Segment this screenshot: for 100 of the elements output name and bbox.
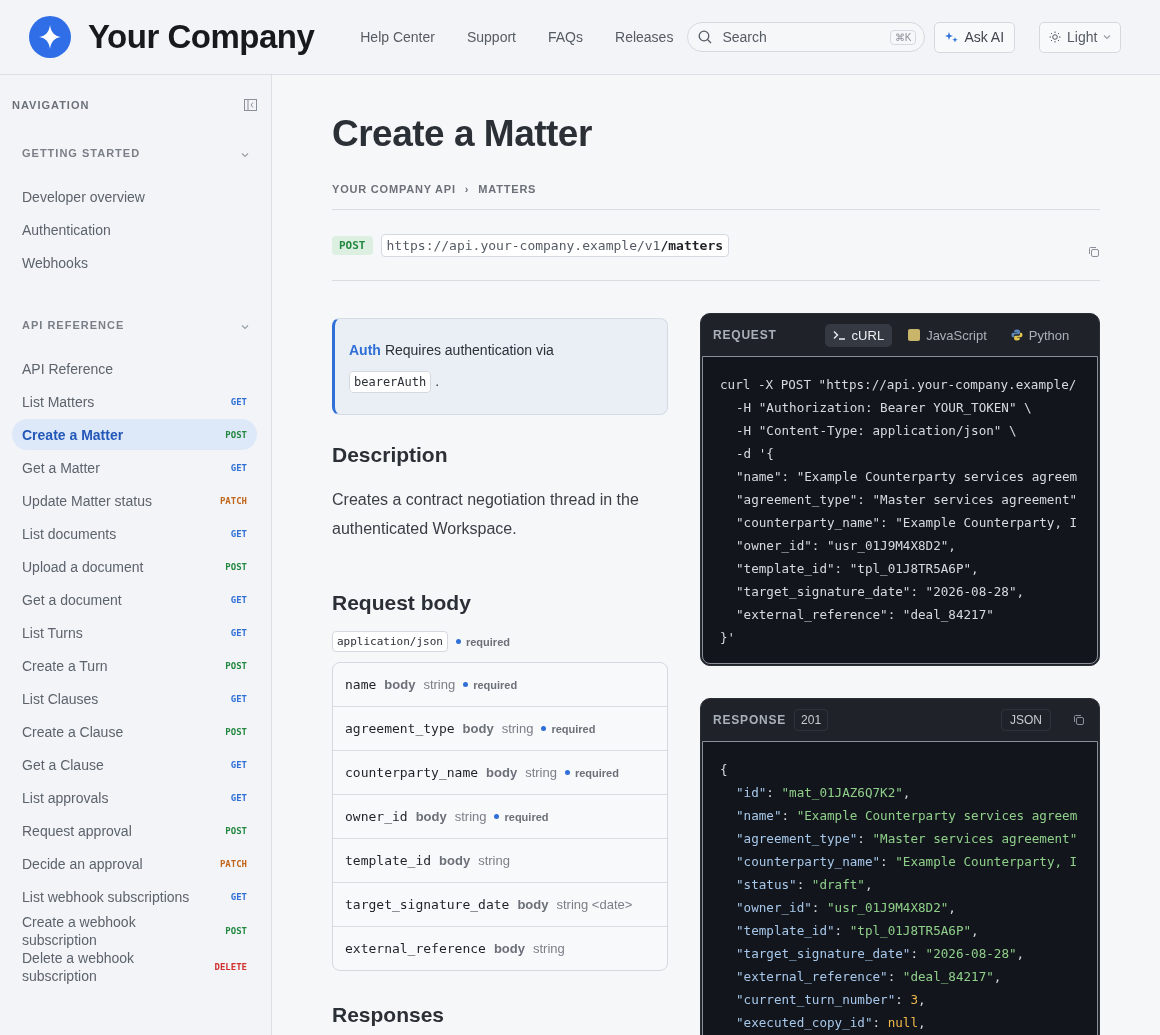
method-label: POST bbox=[225, 726, 247, 737]
sidebar-item[interactable]: List approvals GET bbox=[12, 781, 257, 814]
sidebar-item[interactable]: Create a Matter POST bbox=[12, 419, 257, 450]
param-location: body bbox=[415, 809, 447, 824]
code-line: "target_signature_date": "2026-08-28", bbox=[735, 583, 1026, 601]
breadcrumb-item[interactable]: MATTERS bbox=[478, 183, 537, 195]
sidebar-item[interactable]: Create a webhook subscription POST bbox=[12, 913, 257, 949]
theme-dropdown[interactable]: Light bbox=[1039, 21, 1122, 53]
search-bar[interactable]: Search ⌘K bbox=[687, 22, 926, 52]
method-label: PATCH bbox=[219, 858, 247, 869]
sidebar-item[interactable]: Update Matter status PATCH bbox=[12, 484, 257, 517]
method-label: GET bbox=[230, 693, 247, 704]
method-label: GET bbox=[230, 792, 247, 803]
code-line: { bbox=[720, 761, 729, 779]
sidebar-item[interactable]: Upload a document POST bbox=[12, 550, 257, 583]
terminal-icon bbox=[832, 330, 846, 340]
nav-link[interactable]: FAQs bbox=[548, 29, 583, 45]
copy-icon[interactable] bbox=[1073, 714, 1085, 726]
nav-link[interactable]: Releases bbox=[615, 29, 674, 45]
collapse-sidebar-icon[interactable] bbox=[244, 99, 257, 111]
status-code: 201 bbox=[794, 709, 829, 731]
sidebar-item[interactable]: Create a Turn POST bbox=[12, 649, 257, 682]
param-type: string bbox=[478, 853, 510, 868]
code-line: "counterparty_name": "Example Counterparty, I bbox=[735, 853, 1079, 871]
sidebar-item[interactable]: Delete a webhook subscription DELETE bbox=[12, 949, 257, 985]
section-heading: Request body bbox=[332, 591, 472, 615]
method-label: GET bbox=[230, 759, 247, 770]
sidebar-item[interactable]: Authentication bbox=[12, 213, 257, 246]
code-line: -H "Authorization: Bearer YOUR_TOKEN" \ bbox=[735, 399, 1033, 417]
chevron-down-icon[interactable] bbox=[241, 324, 249, 330]
format-label: JSON bbox=[1001, 709, 1051, 731]
method-label: GET bbox=[230, 627, 247, 638]
chevron-down-icon[interactable] bbox=[241, 152, 249, 158]
nav-link[interactable]: Help Center bbox=[360, 29, 435, 45]
required-tag: required bbox=[494, 810, 549, 823]
sun-icon bbox=[1049, 31, 1062, 43]
auth-text: Requires authentication via bbox=[384, 342, 554, 358]
sidebar-item[interactable]: Decide an approval PATCH bbox=[12, 847, 257, 880]
copy-icon[interactable] bbox=[1088, 246, 1100, 258]
language-tab[interactable]: JavaScript bbox=[900, 323, 995, 347]
chevron-down-icon[interactable] bbox=[1103, 34, 1112, 40]
method-label: GET bbox=[230, 396, 247, 407]
method-label: POST bbox=[225, 660, 247, 671]
sidebar-title: NAVIGATION bbox=[12, 99, 90, 111]
sidebar-item[interactable]: Request approval POST bbox=[12, 814, 257, 847]
code-line: "template_id": "tpl_01J8TR5A6P", bbox=[735, 560, 980, 578]
python-icon bbox=[1010, 329, 1023, 341]
code-line: "agreement_type": "Master services agreement" bbox=[735, 491, 1079, 509]
code-line: "name": "Example Counterparty services agreem bbox=[735, 468, 1079, 486]
sidebar-item[interactable]: List Clauses GET bbox=[12, 682, 257, 715]
param-type: string bbox=[501, 721, 534, 736]
code-line: "template_id": "tpl_01J8TR5A6P", bbox=[735, 922, 980, 940]
section-title: API REFERENCE bbox=[22, 319, 125, 331]
sidebar-item[interactable]: List Matters GET bbox=[12, 385, 257, 418]
param-name: external_reference bbox=[345, 941, 486, 956]
panel-title: RESPONSE bbox=[713, 713, 787, 727]
sidebar-item[interactable]: List documents GET bbox=[12, 517, 257, 550]
code-line: "name": "Example Counterparty services agreem bbox=[735, 807, 1079, 825]
sparkle-icon bbox=[945, 30, 959, 44]
js-icon bbox=[908, 329, 921, 341]
sidebar-item[interactable]: API Reference bbox=[12, 352, 257, 385]
auth-label: Auth bbox=[349, 342, 381, 358]
sidebar-item[interactable]: Get a Matter GET bbox=[12, 451, 257, 484]
code-line: "agreement_type": "Master services agreement" bbox=[735, 830, 1079, 848]
breadcrumb-item[interactable]: YOUR COMPANY API bbox=[332, 183, 456, 195]
search-field[interactable]: Search bbox=[720, 28, 882, 46]
method-label: POST bbox=[225, 825, 247, 836]
code-line: "counterparty_name": "Example Counterparty, I bbox=[735, 514, 1079, 532]
method-label: DELETE bbox=[214, 962, 247, 972]
sidebar-item[interactable]: List Turns GET bbox=[12, 616, 257, 649]
method-badge: POST bbox=[332, 235, 373, 255]
required-tag: required bbox=[455, 635, 510, 648]
sidebar-item[interactable]: Create a Clause POST bbox=[12, 715, 257, 748]
param-name: agreement_type bbox=[345, 721, 455, 736]
code-line: "owner_id": "usr_01J9M4X8D2", bbox=[735, 899, 957, 917]
logo-icon[interactable] bbox=[29, 16, 71, 58]
panel-title: REQUEST bbox=[713, 328, 777, 342]
code-line: "status": "draft", bbox=[735, 876, 874, 894]
method-label: POST bbox=[225, 429, 247, 440]
method-label: PATCH bbox=[219, 495, 247, 506]
sidebar-item[interactable]: Get a document GET bbox=[12, 583, 257, 616]
method-label: GET bbox=[230, 594, 247, 605]
code-line: "target_signature_date": "2026-08-28", bbox=[735, 945, 1026, 963]
shortcut-hint: ⌘K bbox=[889, 29, 917, 45]
code-line: "owner_id": "usr_01J9M4X8D2", bbox=[735, 537, 957, 555]
sidebar-item[interactable]: List webhook subscriptions GET bbox=[12, 880, 257, 913]
param-name: name bbox=[345, 677, 377, 692]
section-heading: Responses bbox=[332, 1003, 446, 1027]
nav-link[interactable]: Support bbox=[466, 29, 516, 45]
param-location: body bbox=[462, 721, 494, 736]
language-tab[interactable]: Python bbox=[1002, 323, 1078, 347]
sidebar-item[interactable]: Webhooks bbox=[12, 246, 257, 279]
search-icon bbox=[698, 30, 713, 44]
ask-ai-button[interactable]: Ask AI bbox=[934, 21, 1016, 53]
param-name: counterparty_name bbox=[345, 765, 479, 780]
sidebar-item[interactable]: Developer overview bbox=[12, 180, 257, 213]
language-tab[interactable]: cURL bbox=[824, 323, 893, 347]
sidebar-item[interactable]: Get a Clause GET bbox=[12, 748, 257, 781]
brand-name: Your Company bbox=[88, 18, 315, 56]
section-heading: Description bbox=[332, 443, 449, 467]
